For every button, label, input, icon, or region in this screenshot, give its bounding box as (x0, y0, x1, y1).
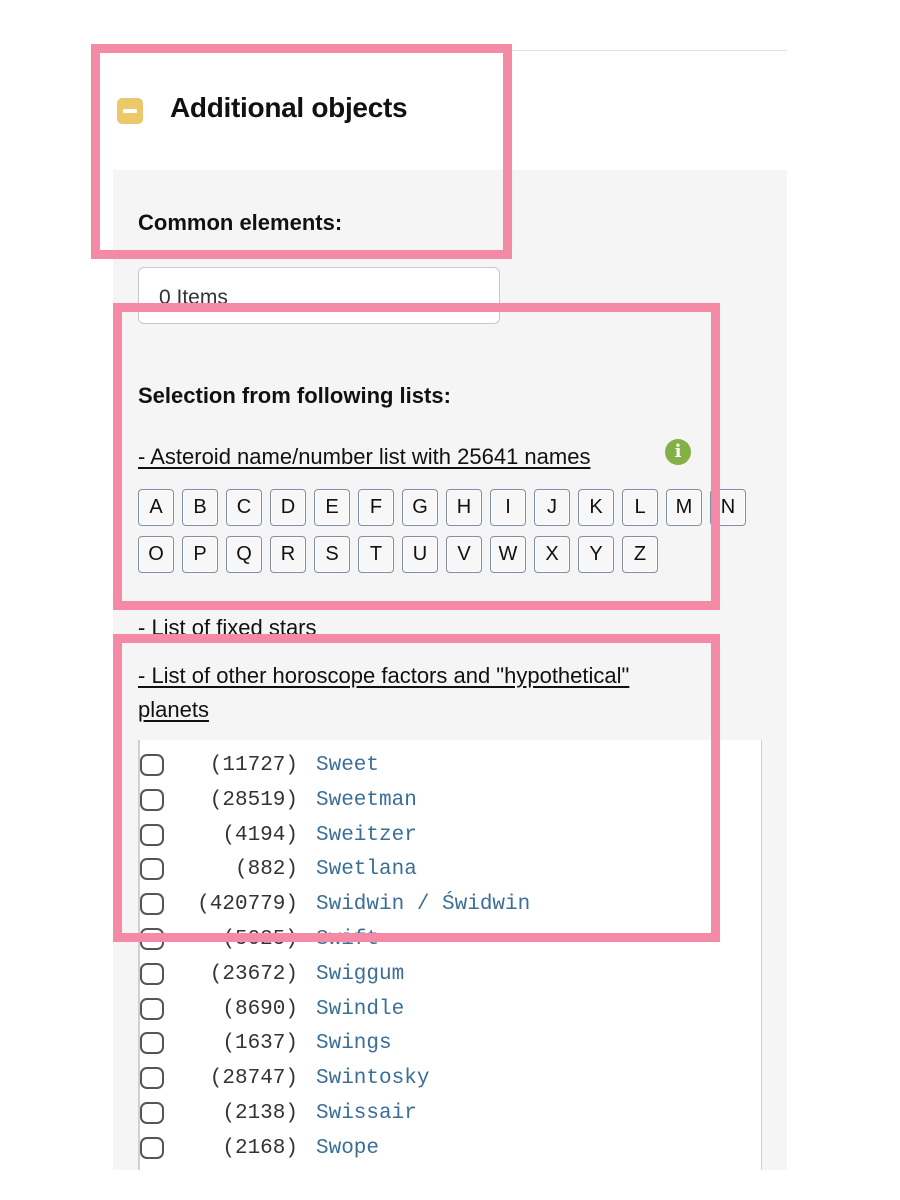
asteroid-number: (8690) (222, 997, 298, 1021)
list-item[interactable]: (2168) Swope (140, 1129, 760, 1163)
list-item[interactable]: (1637) Swings (140, 1024, 760, 1058)
asteroid-name[interactable]: Swissair (316, 1102, 417, 1125)
highlight-box-2 (113, 303, 720, 610)
checkbox[interactable] (140, 1102, 164, 1124)
highlight-box-1 (91, 44, 512, 259)
checkbox[interactable] (140, 997, 164, 1020)
asteroid-name[interactable]: Swings (316, 1032, 392, 1055)
asteroid-number: (28747) (209, 1067, 298, 1091)
asteroid-number: (1637) (222, 1032, 298, 1056)
asteroid-number: (2168) (222, 1136, 298, 1160)
checkbox[interactable] (140, 1136, 164, 1159)
list-item[interactable]: (23672) Swiggum (140, 955, 760, 989)
asteroid-number: (2138) (222, 1102, 298, 1125)
asteroid-name[interactable]: Swope (316, 1137, 379, 1160)
list-item[interactable]: (2138) Swissair (140, 1094, 760, 1128)
checkbox[interactable] (140, 1067, 164, 1090)
list-item[interactable]: (28747) Swintosky (140, 1059, 760, 1093)
asteroid-name[interactable]: Swindle (316, 998, 404, 1021)
asteroid-number: (23672) (209, 962, 298, 986)
highlight-box-3 (113, 634, 720, 942)
list-item[interactable]: (8690) Swindle (140, 990, 760, 1024)
asteroid-name[interactable]: Swintosky (316, 1067, 429, 1090)
checkbox[interactable] (140, 1032, 164, 1055)
top-divider (505, 50, 787, 51)
asteroid-name[interactable]: Swiggum (316, 963, 404, 986)
checkbox[interactable] (140, 962, 164, 985)
